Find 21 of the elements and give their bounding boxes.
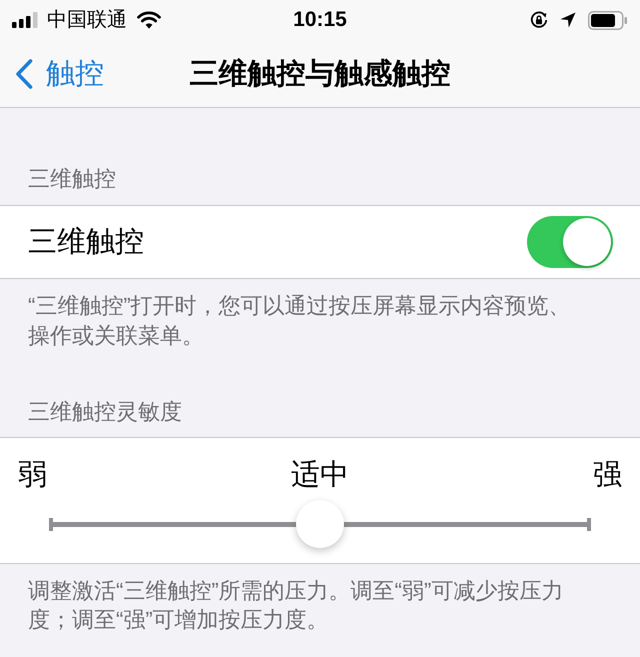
chevron-icon xyxy=(15,58,33,88)
back-button[interactable]: 触控 xyxy=(15,56,104,92)
setting-label: 三维触控 xyxy=(28,225,144,260)
footer-note: 调整激活“三维触控”所需的压力。调至“弱”可减少按压力度；调至“强”可增加按压力度。 xyxy=(28,577,564,634)
slider-thumb[interactable] xyxy=(296,500,344,548)
location-arrow-icon xyxy=(560,12,576,28)
slider-value-label: 适中 xyxy=(290,458,349,492)
page-title: 三维触控与触感触控 xyxy=(190,56,450,92)
wifi-icon xyxy=(137,11,161,29)
signal-icon xyxy=(12,12,38,28)
toggle-switch[interactable] xyxy=(527,216,613,268)
battery-icon xyxy=(588,10,628,30)
footer-note: “三维触控”打开时，您可以通过按压屏幕显示内容预览、操作或关联菜单。 xyxy=(28,292,572,350)
slider-min-label: 弱 xyxy=(18,458,47,492)
time-label: 10:15 xyxy=(293,8,347,32)
carrier-name: 中国联通 xyxy=(47,8,127,32)
section-header: 三维触控 xyxy=(28,165,116,193)
section-header: 三维触控灵敏度 xyxy=(28,398,182,426)
slider-track[interactable] xyxy=(49,500,591,548)
rotation-lock-icon xyxy=(530,11,548,29)
slider-max-label: 强 xyxy=(592,458,622,492)
